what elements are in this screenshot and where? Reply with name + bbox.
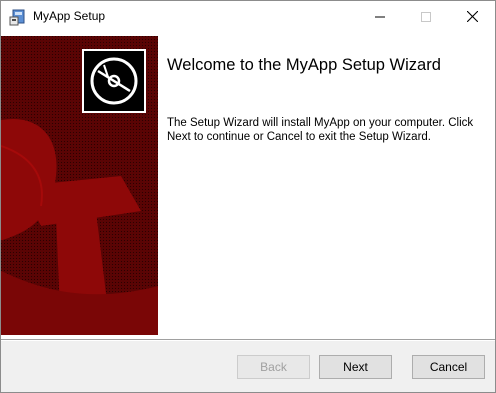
window-title: MyApp Setup [33,9,106,23]
wizard-banner [1,36,158,335]
close-button[interactable] [449,1,495,32]
welcome-description: The Setup Wizard will install MyApp on y… [167,117,474,143]
back-button: Back [237,355,310,379]
next-button[interactable]: Next [319,355,392,379]
welcome-heading: Welcome to the MyApp Setup Wizard [167,56,441,74]
title-bar[interactable]: MyApp Setup [1,1,495,32]
minimize-button[interactable] [357,1,403,32]
minimize-icon [375,16,385,17]
close-icon [466,11,478,22]
disc-icon [82,49,146,113]
maximize-button [403,1,449,32]
button-bar: Back Next Cancel [1,341,495,392]
installer-icon [9,8,27,26]
wizard-content: Welcome to the MyApp Setup Wizard The Se… [1,33,495,339]
maximize-icon [421,11,431,22]
cancel-button[interactable]: Cancel [412,355,485,379]
setup-window: MyApp Setup Welcome to the MyApp Setup W… [0,0,496,393]
